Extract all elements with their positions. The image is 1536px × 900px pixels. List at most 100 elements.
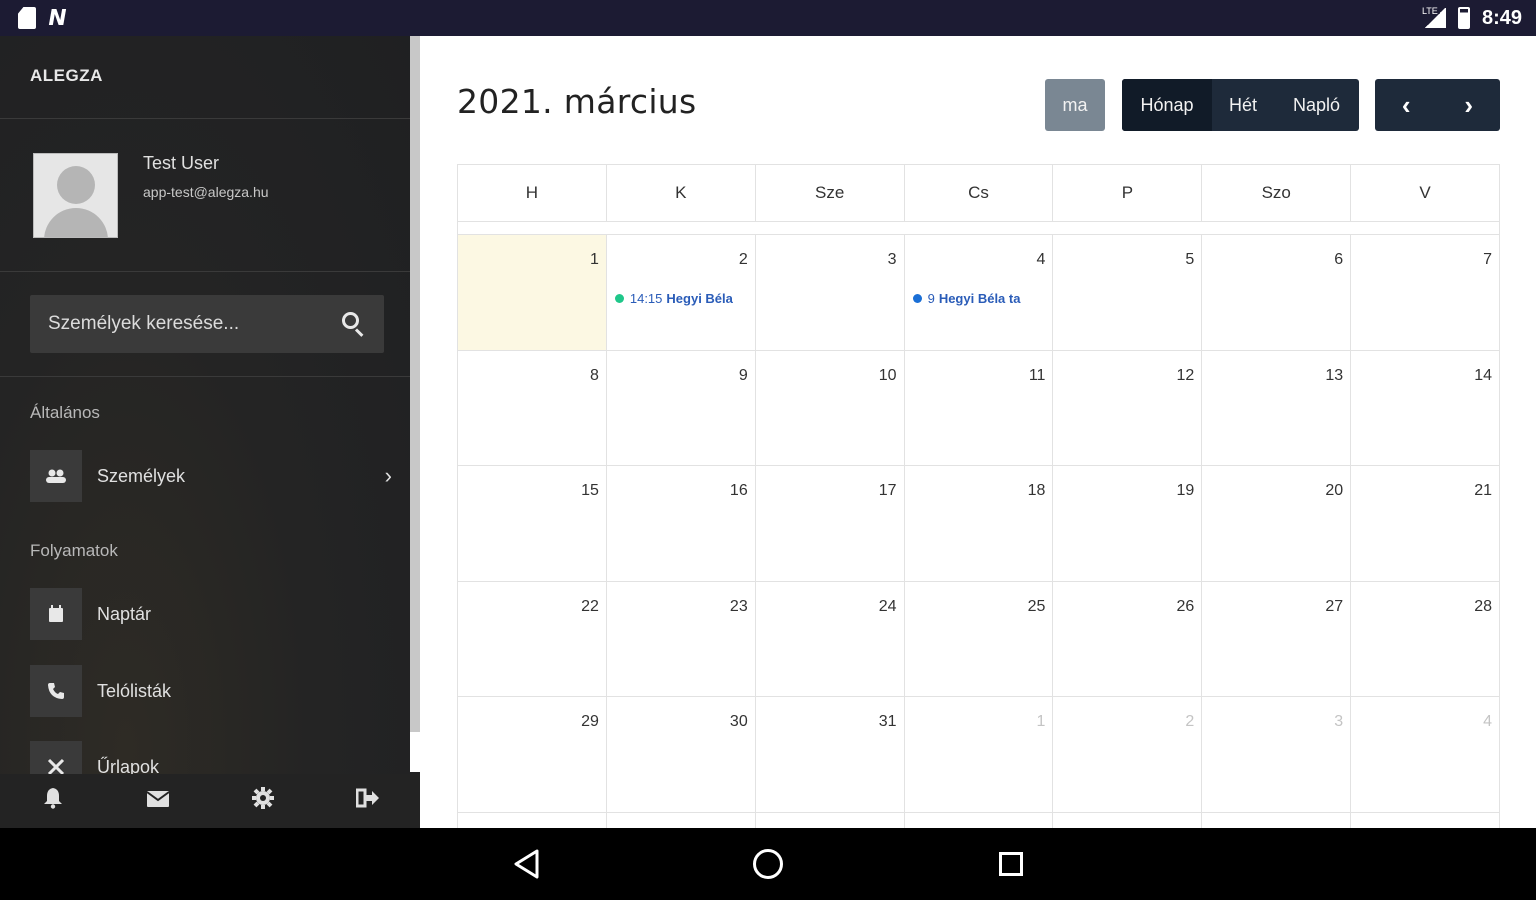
gear-icon[interactable]: [243, 787, 283, 815]
day-cell[interactable]: 3: [756, 235, 905, 350]
day-cell[interactable]: 13: [1202, 350, 1352, 465]
phone-icon: [30, 665, 82, 717]
day-number: 10: [878, 366, 897, 384]
day-cell[interactable]: 2 14:15 Hegyi Béla: [607, 235, 756, 350]
view-switcher: Hónap Hét Napló: [1122, 79, 1359, 131]
day-cell[interactable]: 19: [1053, 466, 1203, 581]
search-icon[interactable]: [342, 312, 366, 337]
day-number: 17: [878, 482, 897, 499]
divider: [0, 376, 410, 377]
day-cell[interactable]: 5: [1053, 235, 1203, 350]
day-cell[interactable]: 23: [607, 581, 756, 696]
week-row: 15 16 17 18 19 20 21: [458, 465, 1499, 581]
week-row: 8 9 10 11 12 13 14: [458, 349, 1499, 466]
view-journal-button[interactable]: Napló: [1274, 79, 1359, 131]
status-time: 8:49: [1481, 6, 1522, 29]
calendar-panel: 2021. március ma Hónap Hét Napló ‹ › H K…: [420, 36, 1536, 828]
day-cell[interactable]: 27: [1202, 581, 1352, 696]
day-cell[interactable]: 20: [1202, 466, 1352, 581]
day-cell[interactable]: 15: [458, 466, 607, 581]
day-number: 16: [729, 482, 748, 499]
day-cell[interactable]: 28: [1351, 582, 1499, 697]
event-dot-icon: [912, 294, 922, 303]
day-cell-today[interactable]: 1: [458, 235, 607, 350]
day-cell[interactable]: 24: [756, 581, 905, 696]
day-number: 14: [1474, 366, 1493, 384]
calendar-event[interactable]: 14:15 Hegyi Béla: [614, 291, 755, 306]
avatar[interactable]: [33, 153, 118, 238]
back-icon[interactable]: [512, 848, 540, 880]
recent-apps-icon[interactable]: [999, 852, 1023, 876]
day-cell[interactable]: 30: [607, 697, 756, 812]
event-dot-icon: [614, 294, 624, 303]
day-cell[interactable]: 17: [756, 466, 905, 581]
weeks: 1 2 14:15 Hegyi Béla 3 4 9 Hegyi Béla ta…: [458, 234, 1499, 828]
day-number: 3: [887, 251, 897, 268]
day-cell[interactable]: 7: [1351, 235, 1499, 350]
brand-logo-text[interactable]: ALEGZA: [30, 66, 103, 86]
day-cell[interactable]: 25: [905, 581, 1054, 696]
day-cell[interactable]: 4 9 Hegyi Béla ta: [905, 235, 1054, 350]
today-button[interactable]: ma: [1045, 79, 1105, 131]
day-cell[interactable]: 9: [607, 350, 756, 465]
day-cell[interactable]: 22: [458, 581, 607, 696]
divider: [0, 271, 410, 272]
day-cell[interactable]: [1053, 812, 1203, 828]
day-cell[interactable]: 14: [1351, 351, 1499, 466]
calendar-icon: [30, 588, 82, 640]
day-cell[interactable]: 29: [458, 697, 607, 812]
view-month-button[interactable]: Hónap: [1122, 79, 1212, 131]
avatar-head-shape: [57, 166, 95, 204]
calendar-event[interactable]: 9 Hegyi Béla ta: [912, 291, 1053, 306]
search-input[interactable]: [48, 313, 342, 335]
day-number: 28: [1474, 597, 1493, 615]
weekday-label: Sze: [756, 165, 905, 221]
day-cell[interactable]: [1351, 813, 1499, 829]
sidebar-scrollbar[interactable]: [410, 36, 420, 732]
day-number: 19: [1176, 482, 1195, 499]
view-week-button[interactable]: Hét: [1212, 79, 1274, 131]
day-cell[interactable]: 26: [1053, 581, 1203, 696]
weekday-label: K: [607, 165, 756, 221]
weekday-label: P: [1053, 165, 1203, 221]
people-search: [30, 295, 384, 353]
envelope-icon[interactable]: [138, 788, 178, 814]
logout-icon[interactable]: [348, 788, 388, 814]
day-number: 1: [1036, 713, 1046, 730]
day-cell[interactable]: [756, 812, 905, 828]
sidebar-item-call-lists[interactable]: Telólisták: [30, 665, 400, 717]
day-number: 29: [581, 713, 599, 730]
day-cell[interactable]: 21: [1351, 466, 1499, 581]
home-icon[interactable]: [753, 849, 783, 879]
sidebar-item-calendar[interactable]: Naptár: [30, 588, 400, 640]
day-cell[interactable]: 16: [607, 466, 756, 581]
day-cell[interactable]: 11: [905, 350, 1054, 465]
event-time: 14:15: [629, 291, 663, 306]
day-cell-other-month[interactable]: 1: [905, 697, 1054, 812]
sidebar-footer: [0, 774, 420, 828]
day-cell[interactable]: [1202, 812, 1352, 828]
bell-icon[interactable]: [33, 787, 73, 815]
day-cell[interactable]: 31: [756, 697, 905, 812]
event-title: Hegyi Béla ta: [938, 291, 1021, 306]
day-number: 5: [1185, 251, 1195, 268]
day-cell[interactable]: [607, 812, 756, 828]
sidebar-item-people[interactable]: Személyek ›: [30, 450, 400, 502]
chevron-left-icon[interactable]: ‹: [1375, 79, 1438, 131]
day-number: 4: [1036, 251, 1046, 268]
day-cell[interactable]: 8: [458, 350, 607, 465]
day-cell[interactable]: [458, 812, 607, 828]
day-cell[interactable]: 18: [905, 466, 1054, 581]
day-number: 1: [589, 251, 599, 268]
sidebar: ALEGZA Test User app-test@alegza.hu Álta…: [0, 36, 420, 828]
day-cell-other-month[interactable]: 4: [1351, 697, 1499, 812]
day-cell-other-month[interactable]: 2: [1053, 697, 1203, 812]
day-cell[interactable]: [905, 812, 1054, 828]
chevron-right-icon[interactable]: ›: [1438, 79, 1501, 131]
sidebar-item-label: Személyek: [97, 465, 186, 486]
page-title: 2021. március: [457, 82, 697, 121]
day-cell[interactable]: 10: [756, 350, 905, 465]
day-cell[interactable]: 12: [1053, 350, 1203, 465]
day-cell[interactable]: 6: [1202, 235, 1352, 350]
day-cell-other-month[interactable]: 3: [1202, 697, 1352, 812]
